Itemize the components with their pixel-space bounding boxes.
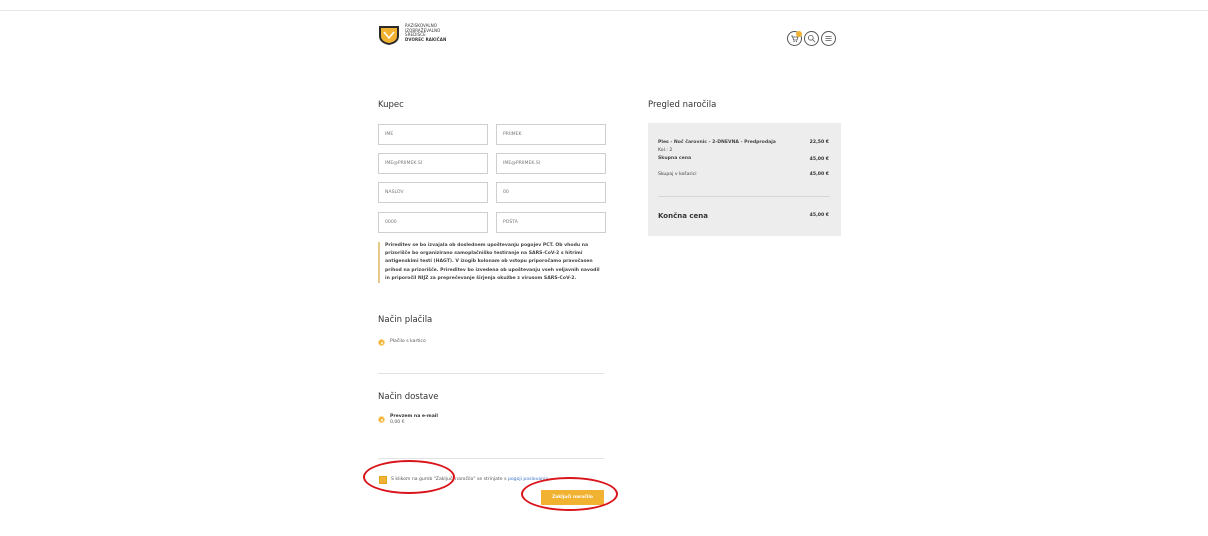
header-actions	[787, 31, 836, 46]
last-name-field[interactable]: PRIIMEK	[496, 124, 606, 145]
search-icon[interactable]	[804, 31, 819, 46]
summary-total-label: Končna cena	[658, 212, 708, 220]
post-office-field[interactable]: POŠTA	[496, 212, 606, 233]
order-summary-panel: Ples - Noč čarovnic - 2-DNEVNA - Predpro…	[648, 123, 841, 236]
summary-item-price: 22,50 €	[809, 140, 829, 145]
annotation-ellipse-checkbox	[363, 460, 455, 494]
address-field[interactable]: NASLOV	[378, 182, 488, 203]
summary-item-name: Ples - Noč čarovnic - 2-DNEVNA - Predpro…	[658, 140, 776, 145]
logo-text: RAZISKOVALNO IZOBRAŽEVALNO SREDIŠČE DVOR…	[405, 23, 447, 42]
site-logo[interactable]: RAZISKOVALNO IZOBRAŽEVALNO SREDIŠČE DVOR…	[378, 23, 447, 46]
section-divider	[378, 373, 604, 374]
delivery-email-radio[interactable]	[378, 416, 385, 423]
summary-title: Pregled naročila	[648, 100, 717, 110]
email-field[interactable]: IME@PRIIMEK.SI	[378, 153, 488, 174]
cart-icon[interactable]	[787, 31, 802, 46]
menu-icon[interactable]	[821, 31, 836, 46]
email-confirm-field[interactable]: IME@PRIIMEK.SI	[496, 153, 606, 174]
postal-code-field[interactable]: 0000	[378, 212, 488, 233]
delivery-title: Način dostave	[378, 392, 439, 402]
covid-notice: Prireditev se bo izvajala ob doslednem u…	[378, 242, 604, 284]
logo-line: DVOREC RAKIČAN	[405, 36, 447, 42]
cart-badge	[796, 31, 802, 37]
delivery-email-price: 0,00 €	[390, 420, 405, 425]
summary-item-qty: Kol.: 2	[658, 148, 673, 153]
first-name-field[interactable]: IME	[378, 124, 488, 145]
annotation-ellipse-submit	[521, 477, 618, 511]
payment-card-label: Plačilo s kartico	[390, 339, 426, 344]
delivery-email-option: Prevzem na e-mail 0,00 €	[390, 414, 438, 426]
buyer-title: Kupec	[378, 100, 404, 110]
summary-subtotal-label: Skupna cena	[658, 156, 692, 161]
summary-cart-value: 45,00 €	[809, 172, 829, 177]
top-divider	[0, 10, 1208, 11]
house-number-field[interactable]: 00	[496, 182, 606, 203]
payment-title: Način plačila	[378, 315, 433, 325]
payment-card-radio[interactable]	[378, 339, 385, 346]
summary-cart-label: Skupaj v košarici	[658, 172, 697, 177]
section-divider	[378, 458, 604, 459]
summary-subtotal-value: 45,00 €	[809, 157, 829, 162]
shield-logo-icon	[378, 24, 400, 46]
summary-total-value: 45,00 €	[809, 213, 829, 218]
summary-divider	[658, 196, 830, 197]
